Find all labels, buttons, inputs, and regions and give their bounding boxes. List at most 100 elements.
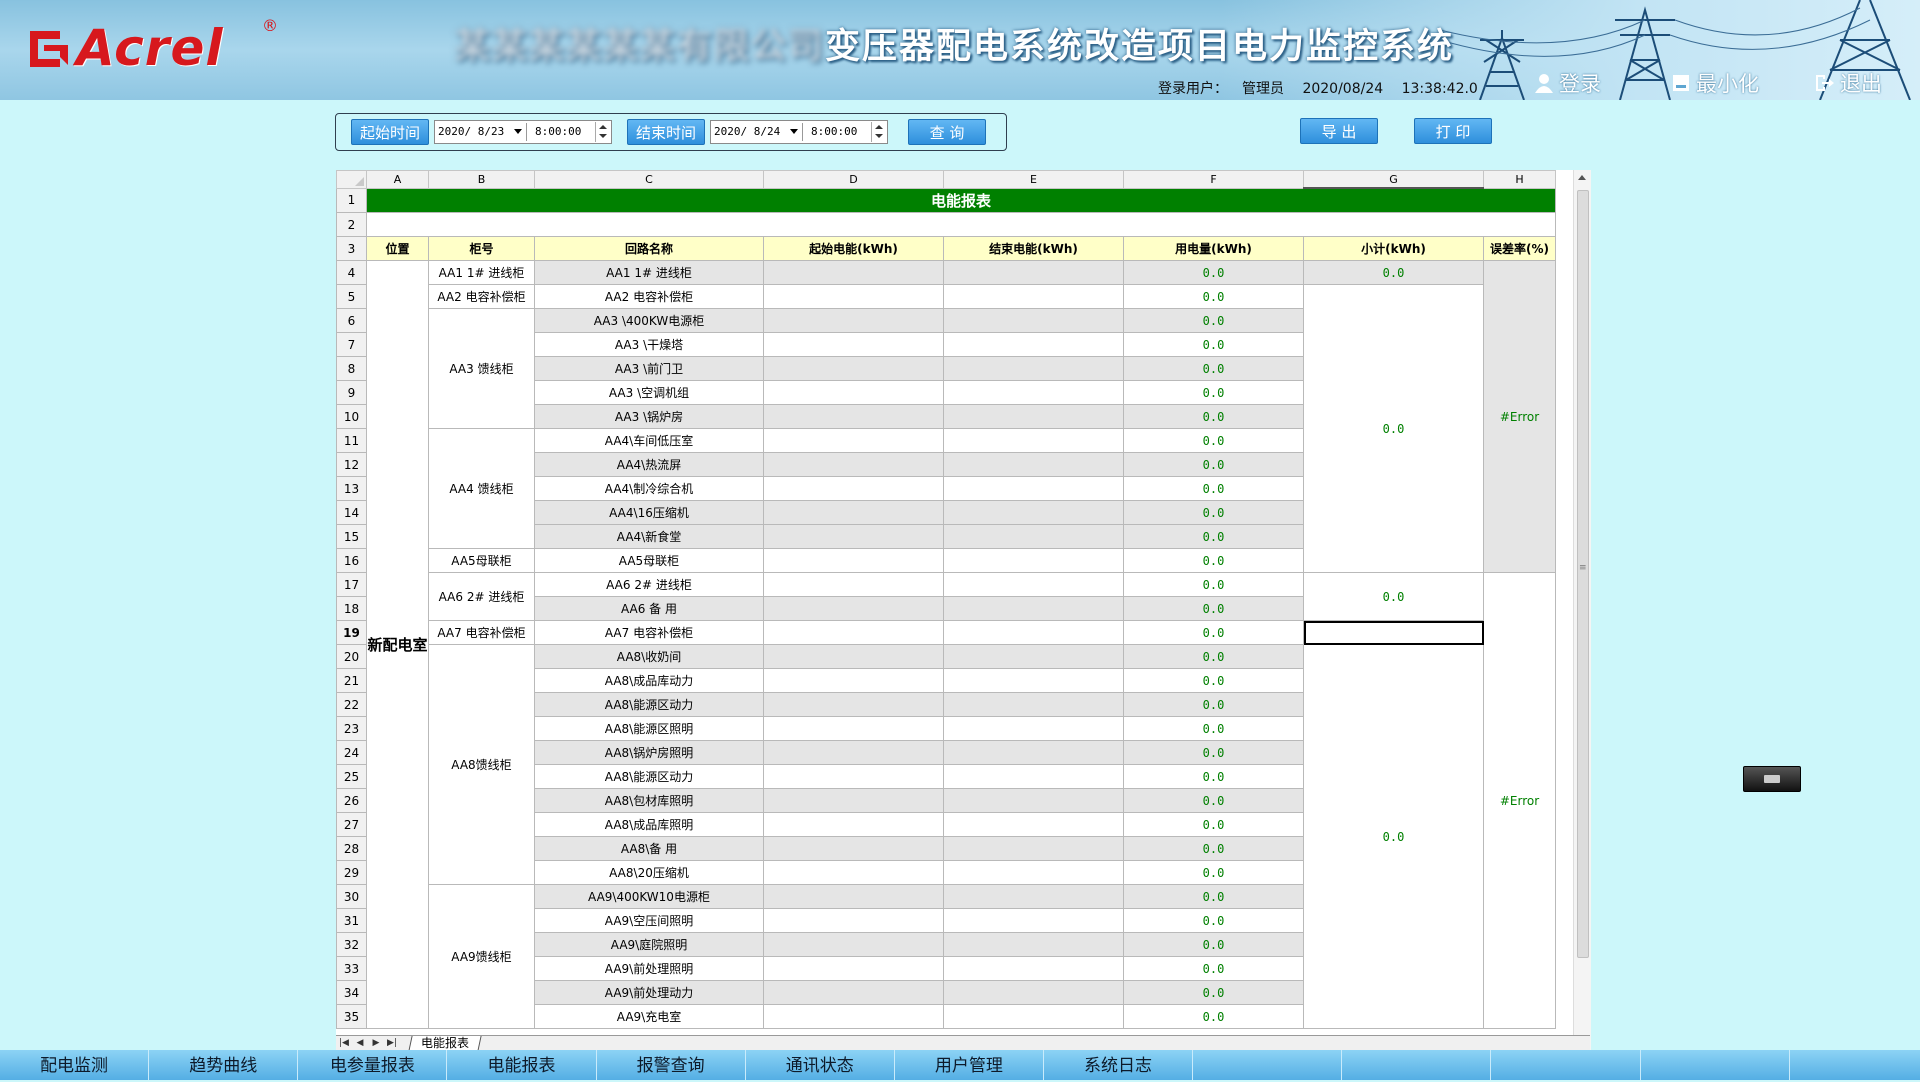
subtotal-cell[interactable]: 0.0 — [1303, 260, 1484, 285]
vertical-scrollbar[interactable]: ≡ — [1573, 170, 1591, 1050]
selected-cell[interactable] — [1303, 620, 1484, 645]
nav-alarm-query[interactable]: 报警查询 — [597, 1050, 746, 1080]
next-sheet-icon[interactable]: ▶ — [368, 1038, 384, 1048]
circuit-cell[interactable]: AA4\制冷综合机 — [534, 476, 764, 501]
circuit-cell[interactable]: AA7 电容补偿柜 — [534, 620, 764, 645]
row-header[interactable]: 22 — [336, 692, 367, 717]
row-header[interactable]: 1 — [336, 187, 367, 213]
usage-cell[interactable]: 0.0 — [1123, 476, 1304, 501]
column-header-b[interactable]: B — [428, 170, 535, 189]
circuit-cell[interactable]: AA8\成品库照明 — [534, 812, 764, 837]
usage-cell[interactable]: 0.0 — [1123, 692, 1304, 717]
row-header[interactable]: 16 — [336, 548, 367, 573]
row-header[interactable]: 7 — [336, 332, 367, 357]
usage-cell[interactable]: 0.0 — [1123, 836, 1304, 861]
row-header[interactable]: 4 — [336, 260, 367, 285]
circuit-cell[interactable]: AA1 1# 进线柜 — [534, 260, 764, 285]
circuit-cell[interactable]: AA3 \干燥塔 — [534, 332, 764, 357]
nav-parameter-report[interactable]: 电参量报表 — [298, 1050, 448, 1080]
circuit-cell[interactable]: AA3 \400KW电源柜 — [534, 308, 764, 333]
subtotal-cell[interactable]: 0.0 — [1303, 644, 1484, 1029]
usage-cell[interactable]: 0.0 — [1123, 980, 1304, 1005]
logout-button[interactable]: 退出 — [1814, 71, 1882, 96]
subtotal-cell[interactable]: 0.0 — [1303, 572, 1484, 621]
start-energy-cell[interactable] — [763, 260, 944, 285]
cabinet-cell[interactable]: AA1 1# 进线柜 — [428, 260, 535, 285]
usage-cell[interactable]: 0.0 — [1123, 452, 1304, 477]
cabinet-cell[interactable]: AA3 馈线柜 — [428, 308, 535, 429]
end-energy-cell[interactable] — [943, 260, 1124, 285]
circuit-cell[interactable]: AA9\庭院照明 — [534, 932, 764, 957]
row-header[interactable]: 2 — [336, 212, 367, 237]
row-header[interactable]: 28 — [336, 836, 367, 861]
end-datetime-picker[interactable]: 2020/ 8/24 8:00:00 — [710, 120, 888, 144]
circuit-cell[interactable]: AA5母联柜 — [534, 548, 764, 573]
prev-sheet-icon[interactable]: ◀ — [352, 1038, 368, 1048]
usage-cell[interactable]: 0.0 — [1123, 500, 1304, 525]
minimize-button[interactable]: 最小化 — [1672, 71, 1759, 96]
usage-cell[interactable]: 0.0 — [1123, 956, 1304, 981]
circuit-cell[interactable]: AA8\备 用 — [534, 836, 764, 861]
select-all-corner[interactable] — [336, 170, 367, 189]
usage-cell[interactable]: 0.0 — [1123, 524, 1304, 549]
row-header[interactable]: 6 — [336, 308, 367, 333]
circuit-cell[interactable]: AA3 \空调机组 — [534, 380, 764, 405]
usage-cell[interactable]: 0.0 — [1123, 260, 1304, 285]
column-header-g[interactable]: G — [1303, 170, 1484, 189]
cabinet-cell[interactable]: AA9馈线柜 — [428, 884, 535, 1029]
cabinet-cell[interactable]: AA5母联柜 — [428, 548, 535, 573]
first-sheet-icon[interactable]: |◀ — [336, 1038, 352, 1048]
circuit-cell[interactable]: AA9\空压间照明 — [534, 908, 764, 933]
usage-cell[interactable]: 0.0 — [1123, 788, 1304, 813]
export-button[interactable]: 导 出 — [1300, 118, 1378, 144]
row-header[interactable]: 34 — [336, 980, 367, 1005]
row-header[interactable]: 13 — [336, 476, 367, 501]
last-sheet-icon[interactable]: ▶| — [384, 1038, 400, 1048]
circuit-cell[interactable]: AA8\能源区动力 — [534, 764, 764, 789]
row-header[interactable]: 32 — [336, 932, 367, 957]
row-header[interactable]: 8 — [336, 356, 367, 381]
start-date-dropdown-icon[interactable] — [514, 129, 522, 134]
subtotal-cell[interactable]: 0.0 — [1303, 284, 1484, 573]
row-header[interactable]: 9 — [336, 380, 367, 405]
circuit-cell[interactable]: AA4\新食堂 — [534, 524, 764, 549]
column-header-h[interactable]: H — [1483, 170, 1556, 189]
query-button[interactable]: 查 询 — [908, 119, 986, 145]
usage-cell[interactable]: 0.0 — [1123, 644, 1304, 669]
circuit-cell[interactable]: AA8\成品库动力 — [534, 668, 764, 693]
sheet-tab-energy-report[interactable]: 电能报表 — [408, 1036, 482, 1051]
usage-cell[interactable]: 0.0 — [1123, 932, 1304, 957]
row-header[interactable]: 5 — [336, 284, 367, 309]
start-time-value[interactable]: 8:00:00 — [535, 121, 581, 143]
cabinet-cell[interactable]: AA2 电容补偿柜 — [428, 284, 535, 309]
row-header[interactable]: 21 — [336, 668, 367, 693]
row-header[interactable]: 23 — [336, 716, 367, 741]
circuit-cell[interactable]: AA9\400KW10电源柜 — [534, 884, 764, 909]
row-header[interactable]: 3 — [336, 236, 367, 261]
row-header[interactable]: 26 — [336, 788, 367, 813]
circuit-cell[interactable]: AA8\收奶间 — [534, 644, 764, 669]
cabinet-cell[interactable]: AA6 2# 进线柜 — [428, 572, 535, 621]
circuit-cell[interactable]: AA9\前处理照明 — [534, 956, 764, 981]
usage-cell[interactable]: 0.0 — [1123, 620, 1304, 645]
row-header[interactable]: 31 — [336, 908, 367, 933]
row-header[interactable]: 24 — [336, 740, 367, 765]
circuit-cell[interactable]: AA4\热流屏 — [534, 452, 764, 477]
row-header[interactable]: 14 — [336, 500, 367, 525]
usage-cell[interactable]: 0.0 — [1123, 860, 1304, 885]
circuit-cell[interactable]: AA8\能源区动力 — [534, 692, 764, 717]
circuit-cell[interactable]: AA3 \锅炉房 — [534, 404, 764, 429]
usage-cell[interactable]: 0.0 — [1123, 668, 1304, 693]
end-time-spinner[interactable] — [871, 122, 886, 142]
row-header-selected[interactable]: 19 — [336, 620, 367, 645]
usage-cell[interactable]: 0.0 — [1123, 908, 1304, 933]
location-cell[interactable]: 新配电室 — [366, 260, 429, 1029]
circuit-cell[interactable]: AA9\前处理动力 — [534, 980, 764, 1005]
row-header[interactable]: 29 — [336, 860, 367, 885]
column-header-e[interactable]: E — [943, 170, 1124, 189]
nav-comm-status[interactable]: 通讯状态 — [746, 1050, 895, 1080]
usage-cell[interactable]: 0.0 — [1123, 356, 1304, 381]
row-header[interactable]: 35 — [336, 1004, 367, 1029]
usage-cell[interactable]: 0.0 — [1123, 404, 1304, 429]
circuit-cell[interactable]: AA9\充电室 — [534, 1004, 764, 1029]
